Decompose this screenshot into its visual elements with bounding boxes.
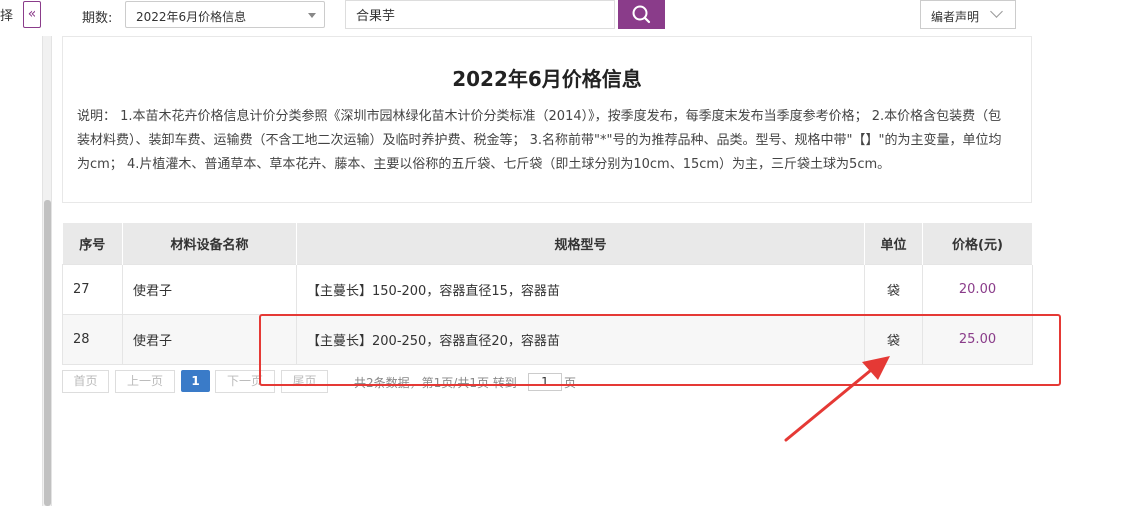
page-suffix-label: 页 [564,376,577,390]
search-button[interactable] [618,0,665,29]
scrollbar-thumb[interactable] [44,200,51,506]
header-unit: 单位 [864,223,923,264]
last-page-button[interactable]: 尾页 [281,370,328,393]
first-page-button[interactable]: 首页 [62,370,109,393]
search-icon [632,5,651,24]
cell-unit: 袋 [864,263,923,315]
cell-no: 27 [62,263,123,315]
prev-page-button[interactable]: 上一页 [115,370,175,393]
page-title: 2022年6月价格信息 [452,67,642,91]
header-name: 材料设备名称 [122,223,297,264]
editor-statement-button[interactable]: 编者声明 [920,0,1016,29]
price-table: 序号 材料设备名称 规格型号 单位 价格(元) 27 使君子 【主蔓长】150-… [62,223,1033,365]
search-input[interactable] [345,0,615,29]
vertical-scrollbar[interactable] [42,36,52,506]
next-page-button[interactable]: 下一页 [215,370,275,393]
caret-down-icon [308,13,316,18]
editor-statement-label: 编者声明 [931,10,980,24]
collapse-sidebar-button[interactable]: « [23,1,41,28]
cell-spec: 【主蔓长】200-250，容器直径20，容器苗 [296,313,865,365]
chevron-down-icon [990,5,1003,18]
table-row[interactable]: 28 使君子 【主蔓长】200-250，容器直径20，容器苗 袋 25.00 [62,313,1033,365]
pagination-summary: 共2条数据，第1页/共1页 转到 [354,376,517,390]
header-no: 序号 [62,223,123,264]
cell-spec: 【主蔓长】150-200，容器直径15，容器苗 [296,263,865,315]
header-price: 价格(元) [922,223,1033,264]
cell-no: 28 [62,313,123,365]
cell-name: 使君子 [122,313,297,365]
table-row[interactable]: 27 使君子 【主蔓长】150-200，容器直径15，容器苗 袋 20.00 [62,263,1033,315]
period-select-value: 2022年6月价格信息 [136,10,247,24]
cell-price: 25.00 [922,313,1033,365]
goto-page-input[interactable] [528,373,562,391]
price-table-wrapper: 序号 材料设备名称 规格型号 单位 价格(元) 27 使君子 【主蔓长】150-… [62,223,1033,365]
header-spec: 规格型号 [296,223,865,264]
cell-unit: 袋 [864,313,923,365]
current-page-button[interactable]: 1 [181,370,210,392]
table-header-row: 序号 材料设备名称 规格型号 单位 价格(元) [62,223,1033,264]
red-arrow-annotation [784,356,890,442]
cell-price: 20.00 [922,263,1033,315]
period-select[interactable]: 2022年6月价格信息 [125,1,325,28]
description-text: 说明： 1.本苗木花卉价格信息计价分类参照《深圳市园林绿化苗木计价分类标准（20… [77,109,1002,172]
period-label: 期数: [82,11,113,26]
sidebar-stub-text: 择 [0,9,14,24]
cell-name: 使君子 [122,263,297,315]
price-info-panel: 2022年6月价格信息 说明： 1.本苗木花卉价格信息计价分类参照《深圳市园林绿… [62,36,1032,203]
